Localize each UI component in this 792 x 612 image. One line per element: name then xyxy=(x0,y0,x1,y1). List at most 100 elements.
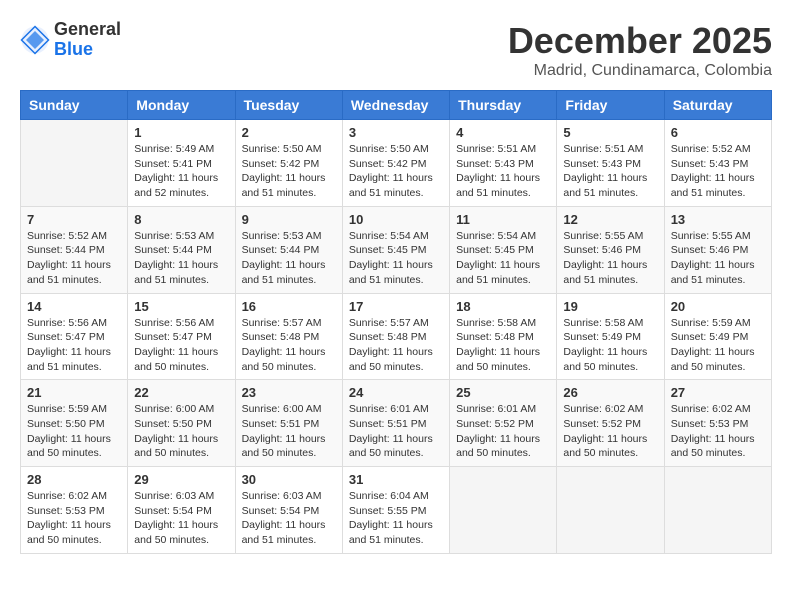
day-number: 15 xyxy=(134,299,228,314)
day-number: 24 xyxy=(349,385,443,400)
logo-blue-text: Blue xyxy=(54,40,121,60)
day-info: Sunrise: 6:04 AM Sunset: 5:55 PM Dayligh… xyxy=(349,489,443,548)
calendar-body: 1 Sunrise: 5:49 AM Sunset: 5:41 PM Daylig… xyxy=(21,120,772,554)
day-number: 31 xyxy=(349,472,443,487)
calendar-cell: 12 Sunrise: 5:55 AM Sunset: 5:46 PM Dayli… xyxy=(557,206,664,293)
day-number: 26 xyxy=(563,385,657,400)
day-info: Sunrise: 6:02 AM Sunset: 5:53 PM Dayligh… xyxy=(671,402,765,461)
day-number: 14 xyxy=(27,299,121,314)
day-info: Sunrise: 5:53 AM Sunset: 5:44 PM Dayligh… xyxy=(242,229,336,288)
day-number: 21 xyxy=(27,385,121,400)
calendar-cell: 11 Sunrise: 5:54 AM Sunset: 5:45 PM Dayli… xyxy=(450,206,557,293)
calendar-cell: 3 Sunrise: 5:50 AM Sunset: 5:42 PM Daylig… xyxy=(342,120,449,207)
calendar-cell: 4 Sunrise: 5:51 AM Sunset: 5:43 PM Daylig… xyxy=(450,120,557,207)
calendar-cell xyxy=(557,467,664,554)
weekday-header: Friday xyxy=(557,91,664,120)
day-info: Sunrise: 6:01 AM Sunset: 5:51 PM Dayligh… xyxy=(349,402,443,461)
logo-text: General Blue xyxy=(54,20,121,60)
logo-general-text: General xyxy=(54,20,121,40)
calendar-cell: 25 Sunrise: 6:01 AM Sunset: 5:52 PM Dayli… xyxy=(450,380,557,467)
day-number: 12 xyxy=(563,212,657,227)
calendar-cell: 26 Sunrise: 6:02 AM Sunset: 5:52 PM Dayli… xyxy=(557,380,664,467)
day-info: Sunrise: 5:53 AM Sunset: 5:44 PM Dayligh… xyxy=(134,229,228,288)
day-info: Sunrise: 5:51 AM Sunset: 5:43 PM Dayligh… xyxy=(563,142,657,201)
day-info: Sunrise: 5:56 AM Sunset: 5:47 PM Dayligh… xyxy=(27,316,121,375)
day-info: Sunrise: 5:59 AM Sunset: 5:50 PM Dayligh… xyxy=(27,402,121,461)
subtitle: Madrid, Cundinamarca, Colombia xyxy=(508,62,772,80)
calendar-cell xyxy=(450,467,557,554)
weekday-header: Tuesday xyxy=(235,91,342,120)
day-number: 5 xyxy=(563,125,657,140)
calendar-header: SundayMondayTuesdayWednesdayThursdayFrid… xyxy=(21,91,772,120)
calendar-cell: 23Sunrise: 6:00 AM Sunset: 5:51 PM Dayli… xyxy=(235,380,342,467)
weekday-header: Saturday xyxy=(664,91,771,120)
calendar-cell: 21 Sunrise: 5:59 AM Sunset: 5:50 PM Dayli… xyxy=(21,380,128,467)
day-number: 6 xyxy=(671,125,765,140)
day-info: Sunrise: 6:02 AM Sunset: 5:52 PM Dayligh… xyxy=(563,402,657,461)
day-number: 22 xyxy=(134,385,228,400)
day-number: 18 xyxy=(456,299,550,314)
day-number: 25 xyxy=(456,385,550,400)
calendar-cell: 16 Sunrise: 5:57 AM Sunset: 5:48 PM Dayli… xyxy=(235,293,342,380)
calendar-cell: 15 Sunrise: 5:56 AM Sunset: 5:47 PM Dayli… xyxy=(128,293,235,380)
day-info: Sunrise: 5:58 AM Sunset: 5:48 PM Dayligh… xyxy=(456,316,550,375)
calendar-cell: 14 Sunrise: 5:56 AM Sunset: 5:47 PM Dayli… xyxy=(21,293,128,380)
calendar-cell: 6Sunrise: 5:52 AM Sunset: 5:43 PM Daylig… xyxy=(664,120,771,207)
day-number: 11 xyxy=(456,212,550,227)
weekday-header: Sunday xyxy=(21,91,128,120)
title-section: December 2025 Madrid, Cundinamarca, Colo… xyxy=(508,20,772,80)
calendar-cell: 17 Sunrise: 5:57 AM Sunset: 5:48 PM Dayli… xyxy=(342,293,449,380)
calendar-cell: 28Sunrise: 6:02 AM Sunset: 5:53 PM Dayli… xyxy=(21,467,128,554)
day-info: Sunrise: 5:59 AM Sunset: 5:49 PM Dayligh… xyxy=(671,316,765,375)
day-number: 13 xyxy=(671,212,765,227)
day-number: 4 xyxy=(456,125,550,140)
day-number: 29 xyxy=(134,472,228,487)
day-info: Sunrise: 5:54 AM Sunset: 5:45 PM Dayligh… xyxy=(349,229,443,288)
day-number: 20 xyxy=(671,299,765,314)
calendar-week-row: 1 Sunrise: 5:49 AM Sunset: 5:41 PM Daylig… xyxy=(21,120,772,207)
day-info: Sunrise: 5:57 AM Sunset: 5:48 PM Dayligh… xyxy=(242,316,336,375)
day-info: Sunrise: 5:50 AM Sunset: 5:42 PM Dayligh… xyxy=(349,142,443,201)
day-number: 23 xyxy=(242,385,336,400)
calendar-cell: 1 Sunrise: 5:49 AM Sunset: 5:41 PM Daylig… xyxy=(128,120,235,207)
day-number: 28 xyxy=(27,472,121,487)
day-number: 27 xyxy=(671,385,765,400)
day-info: Sunrise: 5:56 AM Sunset: 5:47 PM Dayligh… xyxy=(134,316,228,375)
calendar-cell: 31 Sunrise: 6:04 AM Sunset: 5:55 PM Dayli… xyxy=(342,467,449,554)
day-number: 30 xyxy=(242,472,336,487)
day-number: 8 xyxy=(134,212,228,227)
calendar-cell: 2Sunrise: 5:50 AM Sunset: 5:42 PM Daylig… xyxy=(235,120,342,207)
calendar-cell: 7 Sunrise: 5:52 AM Sunset: 5:44 PM Daylig… xyxy=(21,206,128,293)
calendar-cell xyxy=(664,467,771,554)
day-info: Sunrise: 5:54 AM Sunset: 5:45 PM Dayligh… xyxy=(456,229,550,288)
day-number: 10 xyxy=(349,212,443,227)
day-info: Sunrise: 6:00 AM Sunset: 5:50 PM Dayligh… xyxy=(134,402,228,461)
calendar-cell xyxy=(21,120,128,207)
logo-icon xyxy=(20,25,50,55)
day-info: Sunrise: 6:01 AM Sunset: 5:52 PM Dayligh… xyxy=(456,402,550,461)
calendar-cell: 18 Sunrise: 5:58 AM Sunset: 5:48 PM Dayli… xyxy=(450,293,557,380)
day-info: Sunrise: 5:51 AM Sunset: 5:43 PM Dayligh… xyxy=(456,142,550,201)
weekday-header: Thursday xyxy=(450,91,557,120)
calendar-cell: 24 Sunrise: 6:01 AM Sunset: 5:51 PM Dayli… xyxy=(342,380,449,467)
day-info: Sunrise: 5:55 AM Sunset: 5:46 PM Dayligh… xyxy=(563,229,657,288)
day-number: 7 xyxy=(27,212,121,227)
day-info: Sunrise: 5:49 AM Sunset: 5:41 PM Dayligh… xyxy=(134,142,228,201)
calendar-table: SundayMondayTuesdayWednesdayThursdayFrid… xyxy=(20,90,772,554)
day-number: 17 xyxy=(349,299,443,314)
calendar-cell: 5 Sunrise: 5:51 AM Sunset: 5:43 PM Daylig… xyxy=(557,120,664,207)
calendar-week-row: 28Sunrise: 6:02 AM Sunset: 5:53 PM Dayli… xyxy=(21,467,772,554)
day-number: 16 xyxy=(242,299,336,314)
weekday-header: Monday xyxy=(128,91,235,120)
day-info: Sunrise: 5:57 AM Sunset: 5:48 PM Dayligh… xyxy=(349,316,443,375)
calendar-cell: 13 Sunrise: 5:55 AM Sunset: 5:46 PM Dayli… xyxy=(664,206,771,293)
calendar-cell: 8 Sunrise: 5:53 AM Sunset: 5:44 PM Daylig… xyxy=(128,206,235,293)
day-number: 3 xyxy=(349,125,443,140)
day-info: Sunrise: 5:55 AM Sunset: 5:46 PM Dayligh… xyxy=(671,229,765,288)
page-header: General Blue December 2025 Madrid, Cundi… xyxy=(20,20,772,80)
calendar-week-row: 7 Sunrise: 5:52 AM Sunset: 5:44 PM Daylig… xyxy=(21,206,772,293)
day-info: Sunrise: 5:52 AM Sunset: 5:44 PM Dayligh… xyxy=(27,229,121,288)
main-title: December 2025 xyxy=(508,20,772,62)
day-number: 2 xyxy=(242,125,336,140)
day-number: 1 xyxy=(134,125,228,140)
